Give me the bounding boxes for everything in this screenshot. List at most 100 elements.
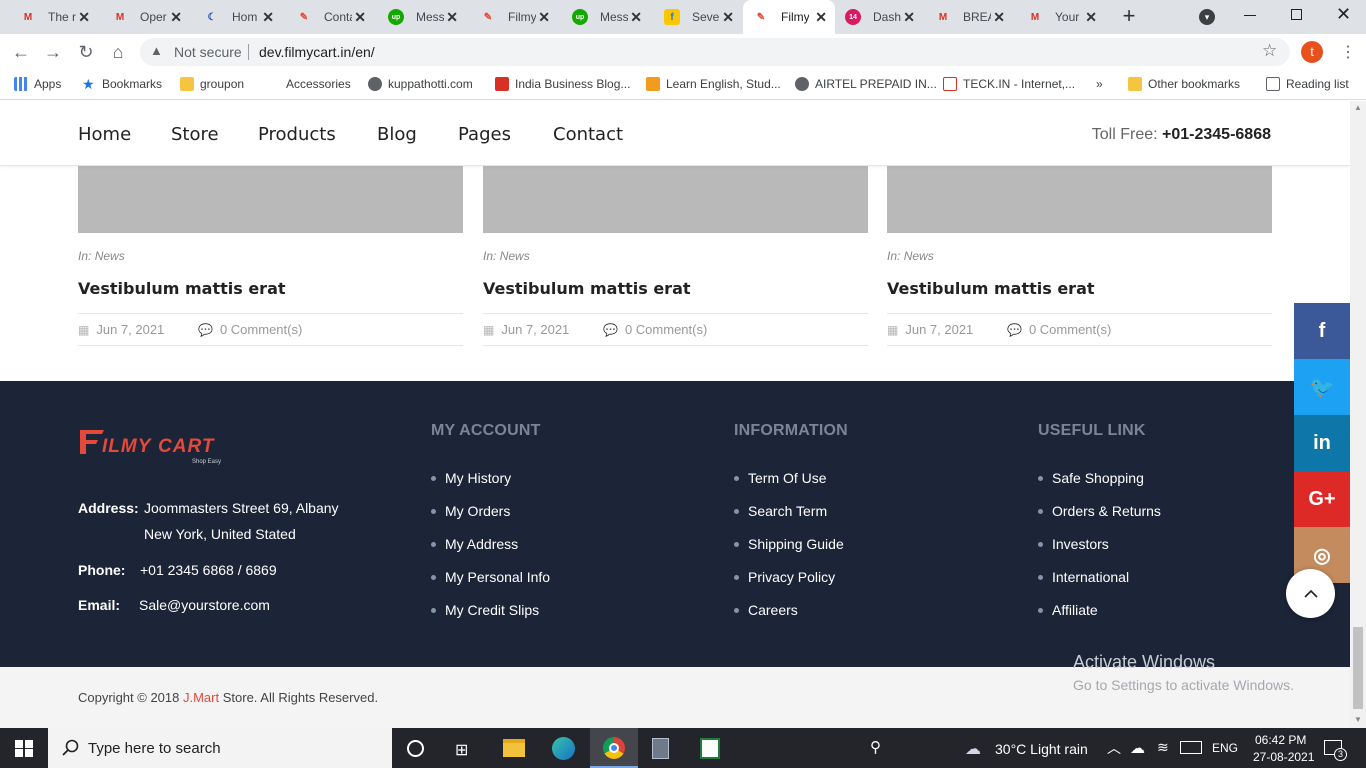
bookmark-item[interactable]: AIRTEL PREPAID IN... (795, 77, 937, 91)
scrollbar-thumb[interactable] (1353, 627, 1363, 709)
twitter-button[interactable]: 🐦 (1294, 359, 1350, 415)
tab-11[interactable]: M Your ✕ (1017, 0, 1105, 34)
menu-home[interactable]: Home (78, 124, 131, 145)
footer-link[interactable]: Orders & Returns (1038, 503, 1161, 519)
tab-close-icon[interactable]: ✕ (630, 9, 642, 26)
menu-blog[interactable]: Blog (377, 124, 417, 145)
menu-products[interactable]: Products (258, 124, 336, 145)
close-window-button[interactable]: ✕ (1336, 4, 1351, 25)
security-label[interactable]: Not secure (174, 44, 242, 60)
bookmark-item[interactable]: Apps (14, 77, 61, 91)
tab-close-icon[interactable]: ✕ (722, 9, 734, 26)
blog-card-image[interactable] (483, 166, 868, 233)
tab-close-icon[interactable]: ✕ (538, 9, 550, 26)
tab-close-icon[interactable]: ✕ (262, 9, 274, 26)
tab-7[interactable]: f Sever✕ (654, 0, 742, 34)
tab-4[interactable]: up Mess ✕ (378, 0, 466, 34)
wifi-icon[interactable]: ≋ (1157, 739, 1169, 756)
back-to-top-button[interactable] (1286, 569, 1335, 618)
chrome-icon[interactable] (603, 737, 625, 759)
footer-link[interactable]: My Orders (431, 503, 510, 519)
footer-link[interactable]: Shipping Guide (734, 536, 844, 552)
bookmark-item[interactable]: Reading list (1266, 77, 1349, 91)
tab-search-icon[interactable]: ▾ (1199, 9, 1215, 25)
onedrive-icon[interactable]: ☁ (1130, 739, 1145, 757)
restore-button[interactable] (1291, 9, 1302, 20)
footer-link[interactable]: Investors (1038, 536, 1109, 552)
people-icon[interactable]: ⚲ (870, 738, 881, 756)
tab-5[interactable]: ✎ Filmy ✕ (470, 0, 558, 34)
home-icon[interactable]: ⌂ (108, 42, 128, 62)
scroll-down-arrow-icon[interactable]: ▼ (1354, 715, 1362, 724)
bookmark-item[interactable]: Accessories (266, 77, 351, 91)
footer-link[interactable]: My Address (431, 536, 518, 552)
cortana-icon[interactable] (407, 740, 424, 757)
tab-close-icon[interactable]: ✕ (170, 9, 182, 26)
profile-avatar[interactable]: t (1301, 41, 1323, 63)
blog-card-title[interactable]: Vestibulum mattis erat (78, 279, 286, 298)
filmycart-logo[interactable]: ILMY CART Shop Easy (78, 426, 228, 466)
footer-link[interactable]: International (1038, 569, 1129, 585)
back-arrow-icon[interactable]: ← (11, 42, 31, 62)
menu-contact[interactable]: Contact (553, 124, 623, 145)
post-comments[interactable]: 💬 0 Comment(s) (603, 322, 707, 337)
footer-link[interactable]: Affiliate (1038, 602, 1098, 618)
tab-3[interactable]: ✎ Conta✕ (286, 0, 374, 34)
clock-time[interactable]: 06:42 PM (1255, 733, 1306, 747)
footer-link[interactable]: My Personal Info (431, 569, 550, 585)
bookmark-item[interactable]: ★ Bookmarks (82, 77, 162, 91)
post-comments[interactable]: 💬 0 Comment(s) (1007, 322, 1111, 337)
tab-2[interactable]: ☾ Hom ✕ (194, 0, 282, 34)
footer-link[interactable]: Privacy Policy (734, 569, 835, 585)
footer-link[interactable]: Search Term (734, 503, 827, 519)
new-tab-button[interactable]: + (1119, 5, 1139, 27)
tab-10[interactable]: M BREA✕ (925, 0, 1013, 34)
footer-link[interactable]: My History (431, 470, 511, 486)
linkedin-button[interactable]: in (1294, 415, 1350, 471)
post-comments[interactable]: 💬 0 Comment(s) (198, 322, 302, 337)
tab-9[interactable]: 14 Dash ✕ (835, 0, 923, 34)
minimize-button[interactable] (1244, 15, 1256, 16)
file-explorer-icon[interactable] (503, 739, 525, 757)
tab-close-icon[interactable]: ✕ (1085, 9, 1097, 26)
address-bar[interactable]: ▲ Not secure dev.filmycart.in/en/ ☆ (140, 38, 1290, 66)
weather-text[interactable]: 30°C Light rain (995, 741, 1088, 757)
google-plus-button[interactable]: G+ (1294, 471, 1350, 527)
task-view-icon[interactable]: ⊞ (455, 740, 468, 760)
reload-icon[interactable]: ↻ (76, 42, 96, 62)
email-value[interactable]: Sale@yourstore.com (139, 597, 270, 613)
tab-close-icon[interactable]: ✕ (78, 9, 90, 26)
category-link[interactable]: News (904, 249, 934, 263)
edge-icon[interactable] (552, 737, 575, 760)
sheets-icon[interactable] (700, 738, 720, 759)
facebook-button[interactable]: f (1294, 303, 1350, 359)
taskbar-search-placeholder[interactable]: Type here to search (88, 740, 221, 757)
blog-card-image[interactable] (887, 166, 1272, 233)
copyright-brand-link[interactable]: J.Mart (183, 690, 219, 705)
taskbar-search-box[interactable]: Type here to search (48, 728, 392, 768)
category-link[interactable]: News (500, 249, 530, 263)
category-link[interactable]: News (95, 249, 125, 263)
footer-link[interactable]: Careers (734, 602, 798, 618)
menu-pages[interactable]: Pages (458, 124, 511, 145)
tab-1[interactable]: M Oper ✕ (102, 0, 190, 34)
page-scrollbar[interactable]: ▲ ▼ (1350, 101, 1366, 728)
footer-link[interactable]: Safe Shopping (1038, 470, 1144, 486)
blog-card-title[interactable]: Vestibulum mattis erat (483, 279, 691, 298)
bookmark-item[interactable]: Learn English, Stud... (646, 77, 781, 91)
bookmark-item[interactable]: TECK.IN - Internet,... (943, 77, 1075, 91)
language-indicator[interactable]: ENG (1212, 741, 1238, 755)
footer-link[interactable]: My Credit Slips (431, 602, 539, 618)
tab-close-icon[interactable]: ✕ (354, 9, 366, 26)
bookmark-item[interactable]: groupon (180, 77, 244, 91)
tab-close-icon[interactable]: ✕ (993, 9, 1005, 26)
bookmark-item[interactable]: India Business Blog... (495, 77, 630, 91)
scroll-up-arrow-icon[interactable]: ▲ (1354, 103, 1362, 112)
url-text[interactable]: dev.filmycart.in/en/ (259, 44, 375, 60)
tab-close-icon[interactable]: ✕ (815, 9, 827, 26)
keyboard-icon[interactable] (1180, 741, 1202, 754)
tab-close-icon[interactable]: ✕ (446, 9, 458, 26)
tab-0[interactable]: M The r ✕ (10, 0, 98, 34)
blog-card-title[interactable]: Vestibulum mattis erat (887, 279, 1095, 298)
tab-close-icon[interactable]: ✕ (903, 9, 915, 26)
